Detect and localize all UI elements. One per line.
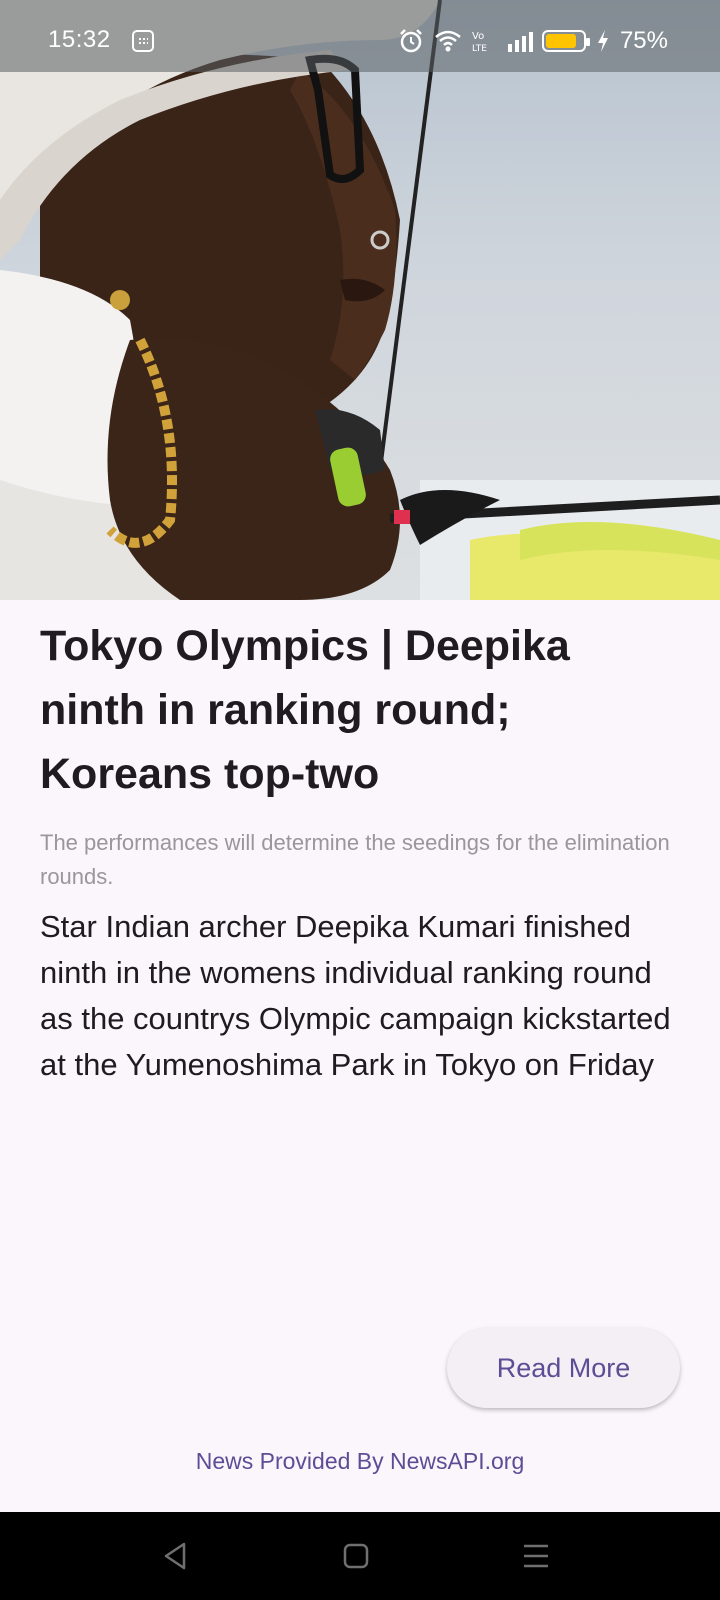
article-title: Tokyo Olympics | Deepika ninth in rankin… — [40, 622, 570, 798]
article-image — [0, 0, 720, 600]
article-body: Star Indian archer Deepika Kumari finish… — [40, 909, 671, 1082]
battery-icon — [541, 30, 590, 52]
home-icon[interactable] — [340, 1540, 372, 1572]
article-content: Tokyo Olympics | Deepika ninth in rankin… — [40, 610, 680, 1088]
menu-icon[interactable] — [520, 1540, 552, 1572]
news-article-screen: 15:32 Vo LTE 75% Tokyo Olympics | Deepika… — [0, 0, 720, 1600]
read-more-button[interactable]: Read More — [447, 1328, 680, 1408]
battery-percent: 75% — [619, 27, 668, 54]
signal-icon — [506, 28, 533, 54]
app-grid-icon — [132, 30, 154, 52]
system-navigation-bar — [0, 1512, 720, 1600]
archer-illustration — [0, 0, 720, 600]
status-time: 15:32 — [48, 26, 111, 53]
charging-icon — [596, 28, 610, 54]
wifi-icon — [434, 28, 461, 54]
back-icon[interactable] — [160, 1540, 192, 1572]
alarm-icon — [398, 28, 424, 54]
volte-icon: Vo LTE — [470, 28, 496, 54]
news-provider-credit: News Provided By NewsAPI.org — [195, 1448, 525, 1474]
status-bar: 15:32 Vo LTE 75% — [0, 0, 720, 72]
article-description: The performances will determine the seed… — [40, 830, 670, 889]
svg-text:Vo: Vo — [472, 31, 484, 42]
svg-text:LTE: LTE — [472, 44, 487, 54]
